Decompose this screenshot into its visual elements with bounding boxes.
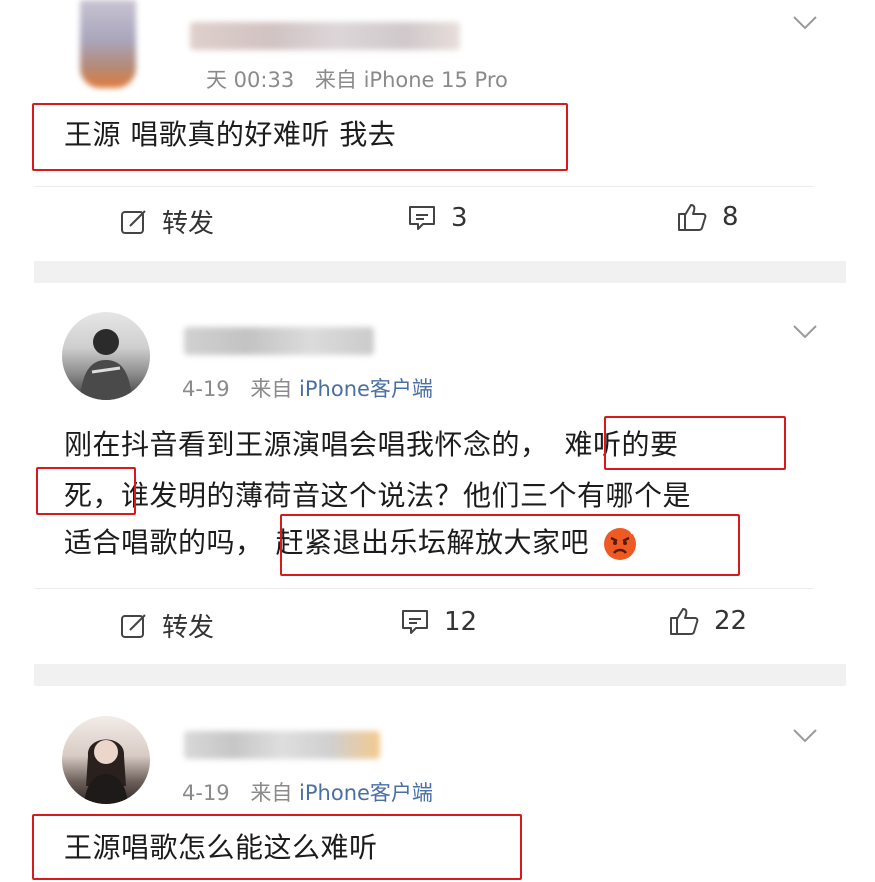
repost-label: 转发 <box>162 613 215 643</box>
like-button[interactable]: 8 <box>676 202 739 232</box>
source-device: iPhone客户端 <box>299 781 433 805</box>
timestamp: 4-19 <box>182 377 230 401</box>
post-separator <box>34 261 846 283</box>
like-count: 8 <box>722 202 739 232</box>
thumbs-up-icon <box>678 204 707 231</box>
repost-icon <box>121 613 146 638</box>
comment-icon <box>409 206 435 230</box>
source-prefix: 来自 <box>250 377 293 401</box>
post-meta: 天 00:33 来自 iPhone 15 Pro <box>206 64 508 94</box>
divider <box>34 588 814 589</box>
divider <box>34 186 814 187</box>
timestamp: 天 00:33 <box>206 68 295 92</box>
avatar[interactable] <box>62 716 150 804</box>
comment-icon <box>402 610 428 634</box>
highlight-box <box>280 514 740 576</box>
source-device: iPhone客户端 <box>299 377 433 401</box>
avatar[interactable] <box>62 312 150 400</box>
username-blurred[interactable] <box>184 327 374 355</box>
highlight-box <box>36 467 136 515</box>
repost-button[interactable]: 转发 <box>120 607 214 644</box>
chevron-down-icon[interactable] <box>792 324 818 340</box>
username-blurred[interactable] <box>190 22 460 50</box>
like-button[interactable]: 22 <box>668 606 747 636</box>
post-separator <box>34 664 846 686</box>
comment-count: 12 <box>444 607 478 637</box>
post-meta: 4-19 来自 iPhone客户端 <box>182 373 433 403</box>
highlight-box <box>32 103 568 171</box>
highlight-box <box>32 814 522 880</box>
thumbs-up-icon <box>670 608 699 635</box>
username-blurred[interactable] <box>184 731 380 759</box>
source-prefix: 来自 <box>314 68 357 92</box>
comment-button[interactable]: 3 <box>407 203 468 233</box>
post-text-line-2: 死，谁发明的薄荷音这个说法？他们三个有哪个是 <box>64 479 692 512</box>
post-text-line-1: 刚在抖音看到王源演唱会唱我怀念的， 难听的要 <box>64 428 679 461</box>
repost-button[interactable]: 转发 <box>120 203 214 240</box>
timestamp: 4-19 <box>182 781 230 805</box>
comment-count: 3 <box>451 203 468 233</box>
repost-label: 转发 <box>162 209 215 239</box>
source-prefix: 来自 <box>250 781 293 805</box>
repost-icon <box>121 209 146 234</box>
avatar[interactable] <box>80 0 136 88</box>
post-meta: 4-19 来自 iPhone客户端 <box>182 777 433 807</box>
highlight-box <box>604 416 786 470</box>
like-count: 22 <box>714 606 748 636</box>
source-device: iPhone 15 Pro <box>363 68 508 92</box>
comment-button[interactable]: 12 <box>400 607 477 637</box>
chevron-down-icon[interactable] <box>792 728 818 744</box>
chevron-down-icon[interactable] <box>792 15 818 31</box>
